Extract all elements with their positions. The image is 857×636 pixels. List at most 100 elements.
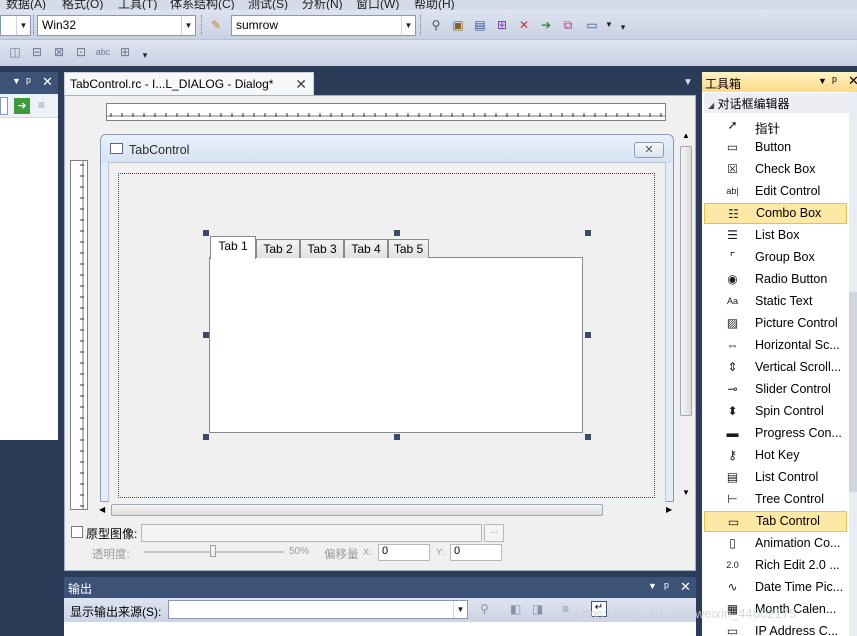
menu-analyze[interactable]: 分析(N) [302,0,343,10]
close-icon[interactable]: ✕ [42,74,53,90]
close-icon[interactable]: ✕ [848,73,857,89]
toolbar-grip[interactable] [201,15,204,35]
toolbox-item[interactable]: 2.0 Rich Edit 2.0 ... [704,555,847,576]
menu-test[interactable]: 测试(S) [248,0,288,10]
toolbox-item[interactable]: ⌜ Group Box [704,247,847,268]
tools-icon[interactable]: ✕ [515,16,533,34]
offset-y-spinner[interactable]: 0 [450,544,502,561]
pin-icon[interactable]: ᵖ [26,74,31,89]
next-message-icon[interactable]: ◨ [532,602,543,616]
toolbox-item[interactable]: ◉ Radio Button [704,269,847,290]
toolbox-item[interactable]: ➚ 指针 [704,115,847,136]
find-combo[interactable]: sumrow ▼ [231,15,416,36]
resize-handle[interactable] [394,434,400,440]
horizontal-ruler[interactable] [106,103,666,121]
vertical-scrollbar[interactable]: ▲ ▼ [678,130,695,500]
resize-handle[interactable] [585,434,591,440]
config-combo[interactable]: ▼ [0,15,31,36]
resize-handle[interactable] [585,332,591,338]
toolbox-category[interactable]: ◢ 对话框编辑器 [704,93,849,113]
toolbox-item[interactable]: ⊢ Tree Control [704,489,847,510]
toolbox-item[interactable]: ▨ Picture Control [704,313,847,334]
tab-3[interactable]: Tab 3 [300,239,344,258]
scroll-thumb[interactable] [849,292,857,492]
left-dock-combo[interactable] [0,97,8,115]
solution-explorer-icon[interactable]: ⚲ [427,16,445,34]
transparency-slider-thumb[interactable] [210,545,216,557]
browse-button[interactable]: ... [484,524,504,542]
dock-menu-icon[interactable]: ▼ [12,76,21,86]
align-bottom-icon[interactable]: ⊡ [72,43,90,61]
platform-combo[interactable]: Win32 ▼ [37,15,196,36]
resize-handle[interactable] [394,230,400,236]
resize-handle[interactable] [203,332,209,338]
document-tab[interactable]: TabControl.rc - I...L_DIALOG - Dialog* ✕ [64,72,314,95]
menu-architecture[interactable]: 体系结构(C) [170,0,235,10]
dialog-title-bar[interactable]: TabControl [101,135,673,163]
toolbox-item[interactable]: ▭ IP Address C... [704,621,847,636]
toolbox-item[interactable]: ⇕ Vertical Scroll... [704,357,847,378]
extension-icon[interactable]: ⧉ [559,16,577,34]
align-right-icon[interactable]: ⊟ [28,43,46,61]
tab-1[interactable]: Tab 1 [210,236,256,259]
scroll-left-icon[interactable]: ◀ [99,505,105,514]
align-top-icon[interactable]: ⊠ [50,43,68,61]
toolbox-item[interactable]: ⊸ Slider Control [704,379,847,400]
toolbox-item[interactable]: ab| Edit Control [704,181,847,202]
prev-message-icon[interactable]: ◧ [510,602,521,616]
toolbox-item[interactable]: ∿ Date Time Pic... [704,577,847,598]
toolbox-scrollbar[interactable] [849,92,857,636]
toolbar-overflow-icon[interactable]: ▾ [136,46,154,64]
tab-control-body[interactable] [209,257,583,433]
scroll-right-icon[interactable]: ▶ [666,505,672,514]
command-window-icon[interactable]: ▭ [583,16,601,34]
toolbox-item[interactable]: ⬍ Spin Control [704,401,847,422]
toolbox-item[interactable]: ▯ Animation Co... [704,533,847,554]
toolbox-item[interactable]: Aa Static Text [704,291,847,312]
document-list-icon[interactable]: ▼ [683,77,693,88]
pin-icon[interactable]: ᵖ [664,579,669,594]
toolbox-item[interactable]: ▬ Progress Con... [704,423,847,444]
prototype-checkbox[interactable] [71,526,83,538]
scroll-thumb[interactable] [680,146,692,416]
toolbox-item[interactable]: ▭ Tab Control [704,511,847,532]
scroll-down-icon[interactable]: ▼ [682,488,690,497]
clear-all-icon[interactable]: ≡ [562,602,569,616]
resize-handle[interactable] [203,230,209,236]
class-view-icon[interactable]: ⊞ [493,16,511,34]
toolbox-item[interactable]: ▤ List Control [704,467,847,488]
menu-tools[interactable]: 工具(T) [118,0,157,10]
toolbar-overflow-icon[interactable]: ▾ [614,18,632,36]
close-icon[interactable]: ✕ [295,76,307,93]
go-icon[interactable]: ➔ [14,98,30,114]
dialog-close-button[interactable]: ✕ [634,142,664,158]
toolbox-item[interactable]: ⚷ Hot Key [704,445,847,466]
tab-5[interactable]: Tab 5 [388,239,429,258]
resize-handle[interactable] [203,434,209,440]
toolbox-item[interactable]: ☒ Check Box [704,159,847,180]
close-icon[interactable]: ✕ [680,579,691,595]
toolbox-item[interactable]: ☷ Combo Box [704,203,847,224]
output-text-area[interactable] [64,622,696,636]
scroll-thumb[interactable] [111,504,603,516]
menu-window[interactable]: 窗口(W) [356,0,399,10]
toolbar-grip[interactable] [420,15,423,35]
vertical-ruler[interactable] [70,160,88,510]
horizontal-scrollbar[interactable]: ◀ ▶ [97,502,677,519]
properties-icon[interactable]: ▣ [449,16,467,34]
prototype-path-field[interactable] [141,524,482,542]
find-in-files-icon[interactable]: ✎ [207,16,225,34]
tab-order-icon[interactable]: ⊞ [116,43,134,61]
output-source-combo[interactable]: ▼ [168,600,468,619]
scroll-up-icon[interactable]: ▲ [682,131,690,140]
toolbar-grip[interactable] [33,15,36,35]
tab-2[interactable]: Tab 2 [256,239,300,258]
offset-x-spinner[interactable]: 0 [378,544,430,561]
resize-handle[interactable] [585,230,591,236]
start-page-icon[interactable]: ➔ [537,16,555,34]
pin-icon[interactable]: ᵖ [832,73,837,88]
object-browser-icon[interactable]: ▤ [471,16,489,34]
filter-icon[interactable]: ≡ [38,98,45,112]
find-message-icon[interactable]: ⚲ [480,602,489,616]
toolbox-item[interactable]: ☰ List Box [704,225,847,246]
